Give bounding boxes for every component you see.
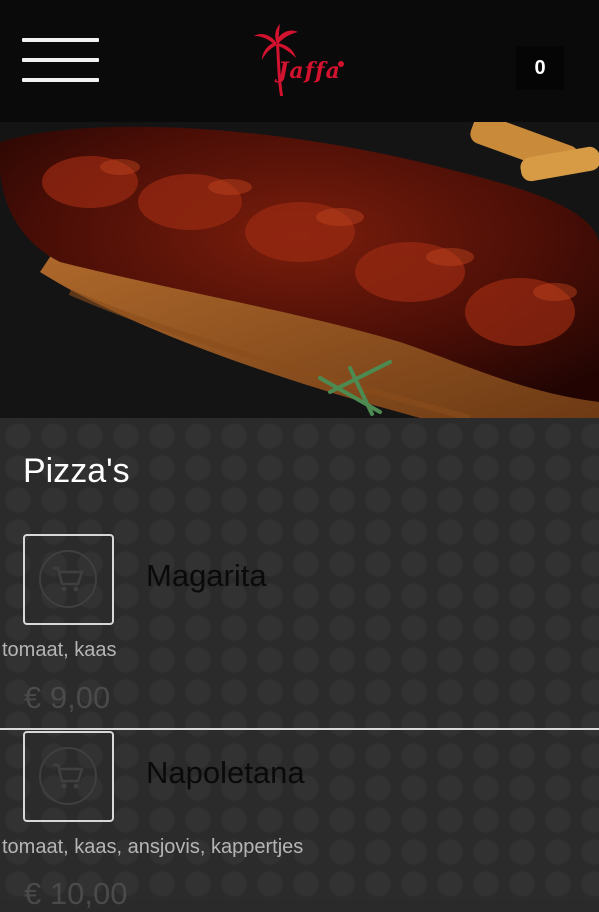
cart-icon (53, 566, 84, 592)
item-price: € 10,00 (24, 876, 128, 911)
item-name: Napoletana (146, 755, 305, 790)
hero-image (0, 122, 599, 418)
section-title: Pizza's (23, 452, 130, 490)
cart-icon (53, 763, 84, 789)
item-name: Magarita (146, 558, 267, 593)
cart-count-badge[interactable]: 0 (516, 46, 564, 90)
item-description: tomaat, kaas, ansjovis, kappertjes (2, 836, 304, 858)
top-bar: Jaffa 0 (0, 0, 599, 122)
logo-text: Jaffa (278, 58, 341, 84)
item-divider (0, 728, 599, 730)
brand-logo[interactable]: Jaffa (250, 24, 350, 100)
item-price: € 9,00 (24, 680, 111, 715)
add-to-cart-button[interactable] (23, 534, 114, 625)
hamburger-menu-icon[interactable] (22, 38, 99, 82)
add-to-cart-button[interactable] (23, 731, 114, 822)
item-description: tomaat, kaas (2, 639, 117, 661)
